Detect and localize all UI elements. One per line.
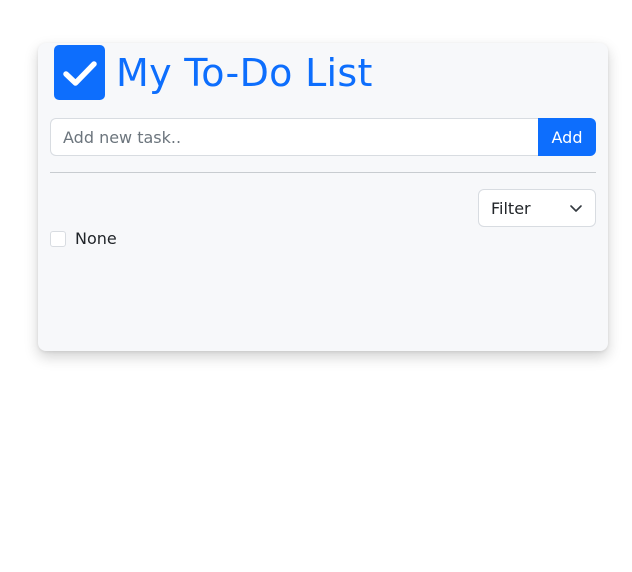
filter-selected-value: Filter <box>491 198 531 218</box>
add-task-button[interactable]: Add <box>538 118 596 156</box>
task-label: None <box>75 229 117 248</box>
chevron-down-icon <box>569 201 583 215</box>
new-task-input[interactable] <box>50 118 538 156</box>
divider <box>50 172 596 173</box>
checkbox-checked-icon <box>54 45 105 100</box>
task-checkbox[interactable] <box>50 230 66 247</box>
list-item: None <box>50 229 117 248</box>
todo-card: My To-Do List Add Filter None <box>38 43 608 351</box>
page-title: My To-Do List <box>116 50 373 95</box>
filter-select[interactable]: Filter <box>478 189 596 227</box>
app-header: My To-Do List <box>54 45 373 100</box>
new-task-form: Add <box>50 118 596 156</box>
